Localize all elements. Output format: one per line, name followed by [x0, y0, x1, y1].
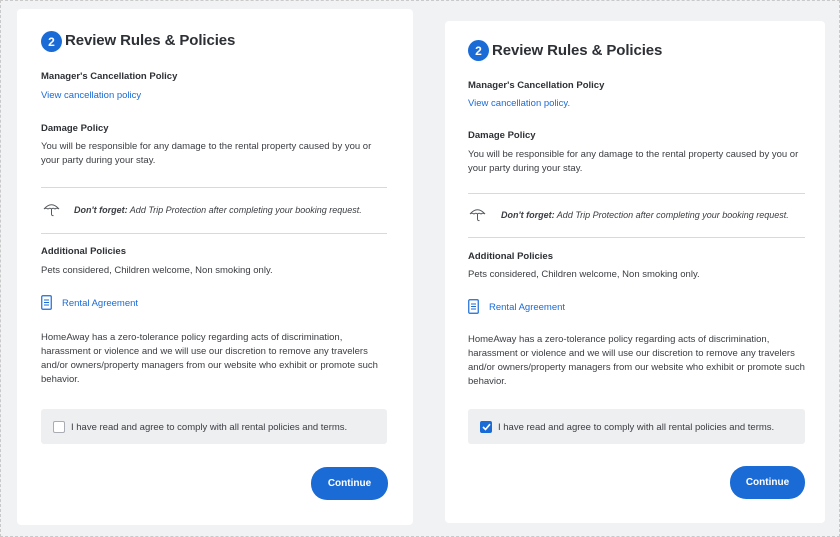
divider: [41, 187, 387, 188]
agree-label[interactable]: I have read and agree to comply with all…: [498, 422, 774, 433]
agreement-row[interactable]: I have read and agree to comply with all…: [41, 409, 387, 444]
policy-line: behavior.: [41, 374, 80, 385]
cancellation-policy-label: Manager's Cancellation Policy: [468, 80, 605, 91]
agree-checkbox[interactable]: [53, 421, 65, 433]
additional-policies-text: Pets considered, Children welcome, Non s…: [468, 269, 700, 280]
rental-agreement-link[interactable]: Rental Agreement: [62, 298, 138, 309]
discrimination-policy-text: HomeAway has a zero-tolerance policy reg…: [41, 331, 378, 387]
page-background: 2 Review Rules & Policies Manager's Canc…: [0, 0, 840, 537]
damage-policy-line: You will be responsible for any damage t…: [41, 141, 372, 152]
policy-line: HomeAway has a zero-tolerance policy reg…: [41, 332, 343, 343]
additional-policies-label: Additional Policies: [468, 251, 553, 262]
view-cancellation-policy-link[interactable]: View cancellation policy: [41, 90, 141, 101]
agree-checkbox[interactable]: [480, 421, 492, 433]
section-title: Review Rules & Policies: [65, 32, 236, 49]
additional-policies-label: Additional Policies: [41, 246, 126, 257]
damage-policy-label: Damage Policy: [41, 123, 109, 134]
rental-agreement-link[interactable]: Rental Agreement: [489, 302, 565, 313]
step-number-badge: 2: [468, 40, 489, 61]
policy-line: and/or owners/property managers from our…: [41, 360, 378, 371]
damage-policy-text: You will be responsible for any damage t…: [468, 148, 798, 176]
policy-line: harassment or violence and we will use o…: [468, 348, 795, 359]
policy-line: HomeAway has a zero-tolerance policy reg…: [468, 334, 770, 345]
dont-forget-label: Don't forget:: [501, 210, 555, 220]
discrimination-policy-text: HomeAway has a zero-tolerance policy reg…: [468, 333, 805, 389]
divider: [41, 233, 387, 234]
damage-policy-text: You will be responsible for any damage t…: [41, 140, 371, 168]
damage-policy-line: your party during your stay.: [468, 163, 583, 174]
continue-button[interactable]: Continue: [730, 466, 805, 499]
agreement-row[interactable]: I have read and agree to comply with all…: [468, 409, 805, 444]
damage-policy-line: You will be responsible for any damage t…: [468, 149, 799, 160]
umbrella-icon: [43, 202, 60, 217]
policy-line: and/or owners/property managers from our…: [468, 362, 805, 373]
rules-policies-card-unchecked: 2 Review Rules & Policies Manager's Canc…: [17, 9, 413, 525]
divider: [468, 237, 805, 238]
cancellation-policy-label: Manager's Cancellation Policy: [41, 71, 178, 82]
view-cancellation-policy-link[interactable]: View cancellation policy.: [468, 98, 570, 109]
section-title: Review Rules & Policies: [492, 42, 663, 59]
rules-policies-card-checked: 2 Review Rules & Policies Manager's Canc…: [445, 21, 825, 523]
damage-policy-line: your party during your stay.: [41, 155, 156, 166]
dont-forget-text: Add Trip Protection after completing you…: [554, 210, 789, 220]
check-icon: [481, 423, 491, 431]
document-icon: [468, 299, 479, 314]
dont-forget-label: Don't forget:: [74, 205, 128, 215]
trip-protection-reminder: Don't forget: Add Trip Protection after …: [501, 210, 789, 220]
step-number-badge: 2: [41, 31, 62, 52]
document-icon: [41, 295, 52, 310]
divider: [468, 193, 805, 194]
policy-line: harassment or violence and we will use o…: [41, 346, 368, 357]
continue-button[interactable]: Continue: [311, 467, 388, 500]
umbrella-icon: [469, 207, 486, 222]
damage-policy-label: Damage Policy: [468, 130, 536, 141]
policy-line: behavior.: [468, 376, 507, 387]
agree-label[interactable]: I have read and agree to comply with all…: [71, 422, 347, 433]
dont-forget-text: Add Trip Protection after completing you…: [127, 205, 362, 215]
additional-policies-text: Pets considered, Children welcome, Non s…: [41, 265, 273, 276]
trip-protection-reminder: Don't forget: Add Trip Protection after …: [74, 205, 362, 215]
